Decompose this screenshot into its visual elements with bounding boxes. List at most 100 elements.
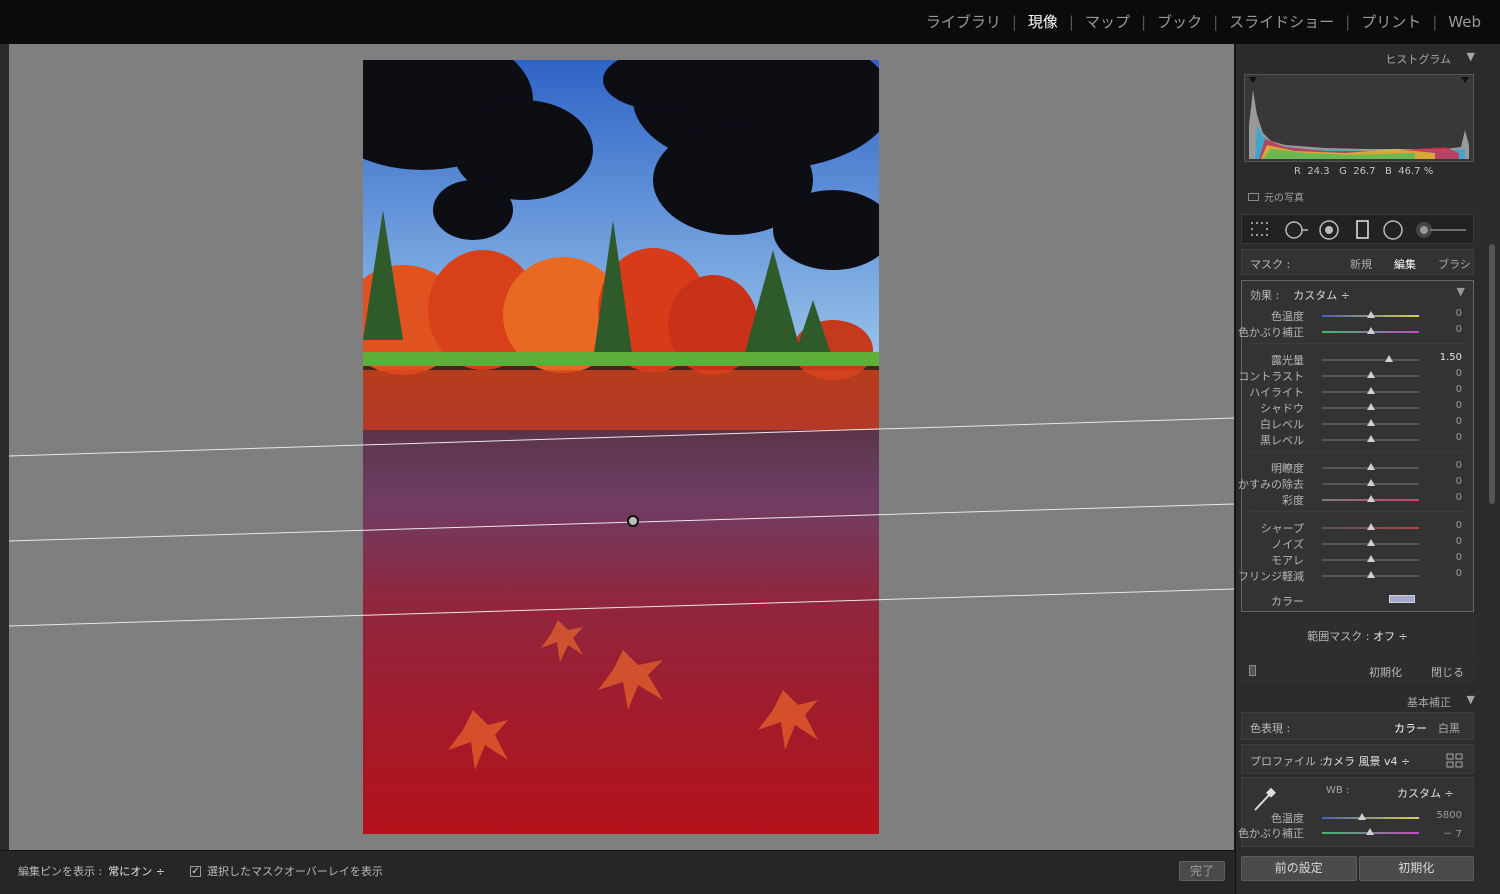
module-tab[interactable]: ブック <box>1146 11 1213 32</box>
wb-value[interactable]: 5800 <box>1437 810 1462 821</box>
original-photo-label: 元の写真 <box>1264 193 1304 204</box>
effect-value[interactable]: 0 <box>1456 324 1462 335</box>
effect-value[interactable]: 0 <box>1456 536 1462 547</box>
effect-slider-thumb[interactable] <box>1366 479 1375 486</box>
effect-slider-thumb[interactable] <box>1366 311 1375 318</box>
b-value: 46.7 <box>1398 166 1421 177</box>
effect-slider-thumb[interactable] <box>1366 571 1375 578</box>
treatment-color-button[interactable]: カラー <box>1394 720 1427 736</box>
effect-slider-thumb[interactable] <box>1366 555 1375 562</box>
photo-preview[interactable] <box>363 60 879 834</box>
module-tab[interactable]: スライドショー <box>1218 11 1345 32</box>
effect-slider-thumb[interactable] <box>1366 523 1375 530</box>
original-photo-toggle[interactable]: 元の写真 <box>1248 189 1304 204</box>
effect-value[interactable]: 0 <box>1456 552 1462 563</box>
crop-overlay-icon[interactable] <box>1250 220 1272 238</box>
effect-label: コントラスト <box>1238 370 1304 383</box>
effect-slider-thumb[interactable] <box>1366 387 1375 394</box>
mask-new-button[interactable]: 新規 <box>1350 256 1372 272</box>
spot-removal-icon[interactable] <box>1284 220 1310 240</box>
wb-select[interactable]: カスタム ÷ <box>1397 785 1454 801</box>
effect-slider-thumb[interactable] <box>1366 463 1375 470</box>
effects-menu-icon[interactable]: ▼ <box>1457 285 1465 298</box>
treatment-bw-button[interactable]: 白黒 <box>1438 720 1460 736</box>
profile-select[interactable]: カメラ 風景 v4 ÷ <box>1322 753 1410 769</box>
histogram[interactable] <box>1244 74 1474 162</box>
profile-row: プロファイル : カメラ 風景 v4 ÷ <box>1241 744 1474 774</box>
basic-collapse-icon[interactable]: ▼ <box>1467 693 1475 706</box>
effect-slider-row: かすみの除去 0 <box>1238 476 1474 491</box>
wb-label: 色温度 <box>1271 812 1304 825</box>
show-overlay-checkbox[interactable]: ✓ <box>190 865 201 877</box>
previous-settings-button[interactable]: 前の設定 <box>1241 856 1357 881</box>
wb-slider-thumb[interactable] <box>1357 813 1366 820</box>
effect-slider-track[interactable] <box>1322 359 1419 361</box>
mask-reset-button[interactable]: 初期化 <box>1369 664 1402 680</box>
effect-slider-thumb[interactable] <box>1366 419 1375 426</box>
effect-value[interactable]: 0 <box>1456 308 1462 319</box>
done-button[interactable]: 完了 <box>1179 861 1225 881</box>
wb-slider-track[interactable] <box>1322 817 1419 819</box>
module-tab[interactable]: プリント <box>1350 11 1432 32</box>
graduated-filter-icon[interactable] <box>1354 220 1372 240</box>
effect-value[interactable]: 0 <box>1456 520 1462 531</box>
mask-brush-button[interactable]: ブラシ <box>1438 256 1471 272</box>
effect-slider-thumb[interactable] <box>1366 435 1375 442</box>
effect-value[interactable]: 0 <box>1456 568 1462 579</box>
basic-header[interactable]: 基本補正 ▼ <box>1236 689 1481 713</box>
left-panel-collapsed[interactable] <box>0 44 9 850</box>
range-mask-label: 範囲マスク : <box>1307 630 1370 643</box>
treatment-row: 色表現 : カラー 白黒 <box>1241 712 1474 740</box>
effect-value[interactable]: 1.50 <box>1440 352 1462 363</box>
effect-slider-thumb[interactable] <box>1366 539 1375 546</box>
range-mask-select[interactable]: オフ ÷ <box>1373 630 1408 643</box>
show-pins-control[interactable]: 編集ピンを表示 : 常にオン ÷ <box>18 863 165 879</box>
radial-filter-icon[interactable] <box>1382 220 1404 240</box>
wb-slider-thumb[interactable] <box>1365 828 1374 835</box>
effect-slider-thumb[interactable] <box>1366 495 1375 502</box>
effect-slider-thumb[interactable] <box>1366 371 1375 378</box>
effect-label: かすみの除去 <box>1238 478 1304 491</box>
effect-slider-thumb[interactable] <box>1366 327 1375 334</box>
module-tab[interactable]: ライブラリ <box>915 11 1012 32</box>
histogram-title: ヒストグラム <box>1385 53 1451 66</box>
effect-slider-row: ノイズ 0 <box>1242 536 1474 551</box>
collapse-triangle-icon[interactable]: ▼ <box>1467 50 1475 63</box>
mask-toggle-switch[interactable] <box>1249 665 1256 676</box>
show-overlay-control[interactable]: ✓ 選択したマスクオーバーレイを表示 <box>190 863 383 879</box>
right-panel-scrollbar[interactable] <box>1489 244 1495 504</box>
range-mask[interactable]: 範囲マスク : オフ ÷ <box>1241 616 1474 658</box>
adjustment-brush-icon[interactable] <box>1414 220 1468 240</box>
effect-value[interactable]: 0 <box>1456 492 1462 503</box>
effects-preset-select[interactable]: カスタム ÷ <box>1293 287 1350 303</box>
effect-value[interactable]: 0 <box>1456 384 1462 395</box>
bottom-buttons: 前の設定 初期化 <box>1241 856 1474 881</box>
histogram-header[interactable]: ヒストグラム ▼ <box>1236 46 1481 70</box>
effect-slider-thumb[interactable] <box>1366 403 1375 410</box>
module-tab[interactable]: マップ <box>1074 11 1141 32</box>
effect-value[interactable]: 0 <box>1456 432 1462 443</box>
color-swatch[interactable] <box>1389 595 1415 603</box>
effect-label: 明瞭度 <box>1271 462 1304 475</box>
effect-value[interactable]: 0 <box>1456 460 1462 471</box>
wb-label: WB : <box>1326 785 1350 796</box>
effect-label: フリンジ軽減 <box>1238 570 1304 583</box>
effect-value[interactable]: 0 <box>1456 416 1462 427</box>
profile-browser-icon[interactable] <box>1446 753 1463 768</box>
reset-button[interactable]: 初期化 <box>1358 856 1474 881</box>
mask-edit-button[interactable]: 編集 <box>1394 256 1416 272</box>
wb-value[interactable]: － 7 <box>1442 825 1462 840</box>
effect-slider-thumb[interactable] <box>1384 355 1393 362</box>
effect-value[interactable]: 0 <box>1456 400 1462 411</box>
show-pins-select[interactable]: 常にオン ÷ <box>108 863 165 879</box>
effect-slider-row: 白レベル 0 <box>1242 416 1474 431</box>
red-eye-icon[interactable] <box>1318 220 1340 240</box>
mask-close-button[interactable]: 閉じる <box>1431 664 1464 680</box>
effect-value[interactable]: 0 <box>1456 368 1462 379</box>
photo-canvas[interactable] <box>9 44 1234 850</box>
module-tab[interactable]: Web <box>1437 13 1492 31</box>
wb-label: 色かぶり補正 <box>1238 827 1304 840</box>
effect-value[interactable]: 0 <box>1456 476 1462 487</box>
module-tab[interactable]: 現像 <box>1017 11 1069 32</box>
effect-slider-row: 黒レベル 0 <box>1242 432 1474 447</box>
